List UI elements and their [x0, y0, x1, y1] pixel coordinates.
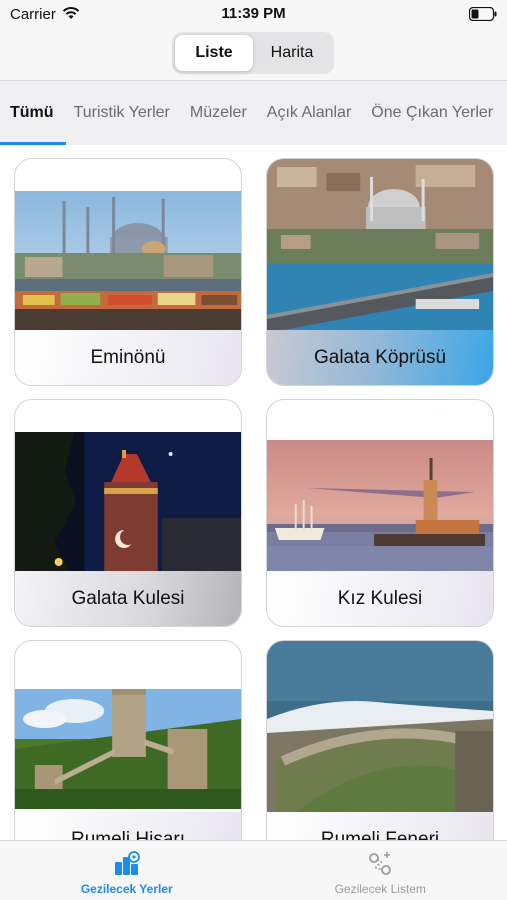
place-card-eminonu[interactable]: Eminönü	[14, 158, 242, 386]
place-card-rumeli-hisari[interactable]: Rumeli Hisarı	[14, 640, 242, 840]
status-time: 11:39 PM	[221, 5, 286, 22]
kiz-kulesi-photo	[267, 440, 493, 574]
place-name-kiz-kulesi: Kız Kulesi	[267, 571, 493, 626]
places-icon	[114, 851, 140, 875]
tab-one-cikan-yerler[interactable]: Öne Çıkan Yerler	[361, 81, 503, 144]
segment-harita[interactable]: Harita	[253, 35, 331, 71]
galata-koprusu-photo	[267, 159, 493, 333]
tab-gezilecek-yerler[interactable]: Gezilecek Yerler	[0, 841, 254, 900]
view-toggle-area: Liste Harita	[0, 30, 507, 80]
bottom-tab-bar: Gezilecek Yerler Gezilecek Listem	[0, 840, 507, 900]
place-card-galata-kulesi[interactable]: Galata Kulesi	[14, 399, 242, 627]
tab-turistik-yerler[interactable]: Turistik Yerler	[64, 81, 180, 144]
place-card-galata-koprusu[interactable]: Galata Köprüsü	[266, 158, 494, 386]
category-tab-bar[interactable]: Tümü Turistik Yerler Müzeler Açık Alanla…	[0, 80, 507, 145]
place-name-galata-kulesi: Galata Kulesi	[15, 571, 241, 626]
rumeli-feneri-photo	[267, 641, 493, 815]
rumeli-hisari-photo	[15, 689, 241, 809]
place-name-rumeli-hisari: Rumeli Hisarı	[15, 812, 241, 840]
places-grid[interactable]: Eminönü Galata Köprüsü Galata Kulesi Kız…	[0, 145, 507, 840]
galata-kulesi-photo	[15, 432, 241, 574]
place-name-rumeli-feneri: Rumeli Feneri	[267, 812, 493, 840]
place-card-kiz-kulesi[interactable]: Kız Kulesi	[266, 399, 494, 627]
place-name-eminonu: Eminönü	[15, 330, 241, 385]
tab-gezilecek-listem[interactable]: Gezilecek Listem	[254, 841, 507, 900]
segment-liste[interactable]: Liste	[175, 35, 253, 71]
tab-acik-alanlar[interactable]: Açık Alanlar	[257, 81, 361, 144]
list-map-segmented-control: Liste Harita	[172, 32, 334, 74]
category-tab-track: Tümü Turistik Yerler Müzeler Açık Alanla…	[0, 81, 503, 144]
tab-muzeler[interactable]: Müzeler	[180, 81, 257, 144]
status-bar: Carrier 11:39 PM	[0, 0, 507, 30]
tab-label-gezilecek-listem: Gezilecek Listem	[334, 882, 426, 896]
eminonu-photo	[15, 191, 241, 333]
route-icon	[369, 852, 392, 875]
place-name-galata-koprusu: Galata Köprüsü	[267, 330, 493, 385]
place-card-rumeli-feneri[interactable]: Rumeli Feneri	[266, 640, 494, 840]
tab-tumu[interactable]: Tümü	[0, 81, 64, 144]
tab-label-gezilecek-yerler: Gezilecek Yerler	[80, 882, 173, 896]
battery-icon	[469, 7, 497, 21]
